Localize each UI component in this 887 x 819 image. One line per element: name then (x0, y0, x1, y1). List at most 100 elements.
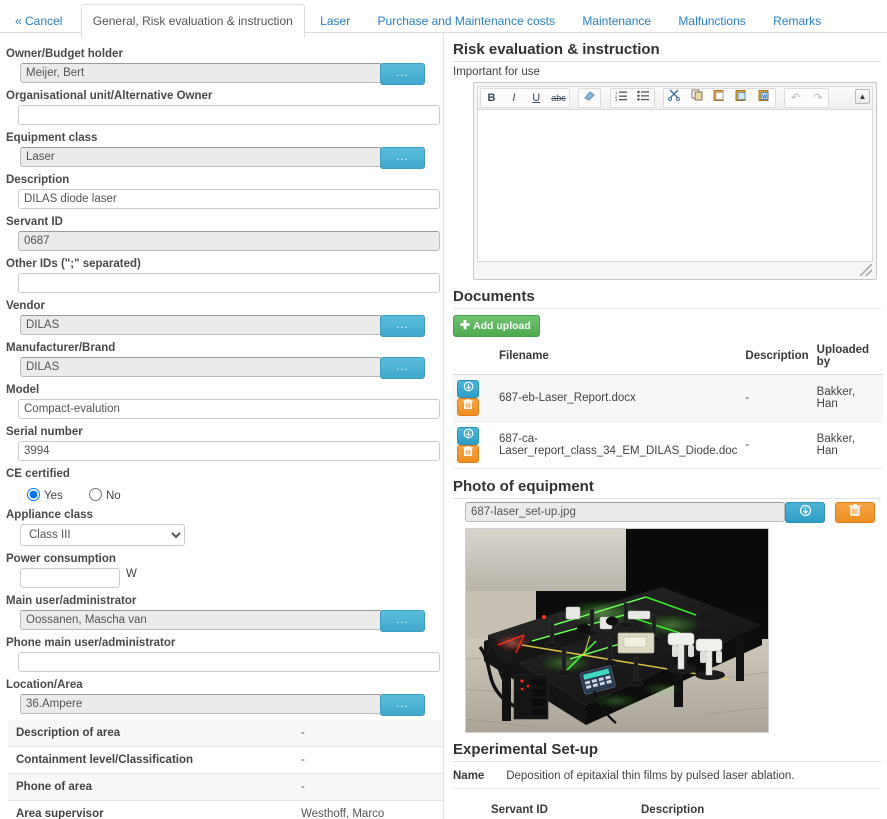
paste-as-text-icon[interactable] (732, 89, 751, 107)
download-photo-button[interactable] (785, 502, 825, 523)
location-area-label: Location/Area (6, 679, 83, 691)
area-info-value: - (301, 727, 305, 739)
trash-glyph (463, 399, 473, 409)
editor-group-text-style: B I U abc (480, 88, 571, 108)
documents-header-row: Filename Description Uploaded by (453, 341, 883, 375)
owner-row: ... (4, 63, 433, 85)
experimental-setup-name-row: Name Deposition of epitaxial thin films … (451, 765, 881, 789)
editor-group-history: ↶ ↷ (784, 88, 830, 108)
delete-photo-button[interactable] (835, 502, 875, 523)
main-user-input[interactable] (20, 610, 382, 630)
experimental-setup-col-servant-id: Servant ID (487, 801, 637, 819)
power-consumption-row: W (4, 568, 433, 588)
bulleted-list-icon[interactable] (634, 89, 653, 107)
documents-section-title: Documents (453, 288, 881, 309)
documents-table-head: Filename Description Uploaded by (453, 341, 883, 375)
svg-text:3: 3 (615, 97, 618, 101)
important-for-use-label: Important for use (453, 66, 540, 78)
power-consumption-label: Power consumption (6, 553, 116, 565)
paste-text-glyph (735, 90, 746, 101)
delete-document-icon[interactable] (457, 445, 479, 463)
power-consumption-input[interactable] (20, 568, 120, 588)
numbered-list-glyph: 1 2 3 (615, 90, 627, 102)
equipment-class-row: ... (4, 147, 433, 169)
main-user-label: Main user/administrator (6, 595, 137, 607)
manufacturer-picker-button[interactable]: ... (380, 357, 425, 379)
servant-id-input[interactable] (18, 231, 440, 251)
download-glyph (463, 428, 473, 439)
ce-certified-yes-radio[interactable] (27, 488, 40, 501)
paste-glyph (713, 90, 724, 101)
numbered-list-icon[interactable]: 1 2 3 (612, 89, 631, 107)
location-area-input[interactable] (20, 694, 382, 714)
phone-main-user-input[interactable] (18, 652, 440, 672)
owner-input[interactable] (20, 63, 382, 83)
editor-resize-grip[interactable] (860, 264, 872, 276)
underline-icon[interactable]: U (527, 89, 546, 107)
appliance-class-row: Class III (4, 524, 433, 546)
vendor-label: Vendor (6, 300, 45, 312)
serial-number-input[interactable] (18, 441, 440, 461)
undo-icon[interactable]: ↶ (786, 89, 805, 107)
paste-icon[interactable] (710, 89, 729, 107)
delete-document-icon[interactable] (457, 398, 479, 416)
other-ids-input[interactable] (18, 273, 440, 293)
bold-icon[interactable]: B (482, 89, 501, 107)
area-info-value: - (301, 781, 305, 793)
editor-collapse-toolbar-button[interactable]: ▲ (855, 89, 870, 104)
italic-icon[interactable]: I (504, 89, 523, 107)
area-info-value: Westhoff, Marco (301, 808, 385, 819)
photo-toolbar (453, 502, 881, 526)
photo-filename-input[interactable] (465, 502, 785, 522)
rich-text-editor: B I U abc 1 2 3 W ↶ ↷ ▲ (473, 82, 877, 280)
editor-footer (477, 262, 873, 276)
table-row: 687-eb-Laser_Report.docx - Bakker, Han (453, 374, 883, 422)
ce-certified-label: CE certified (6, 468, 70, 480)
bulleted-list-glyph (637, 90, 650, 101)
table-row: Area supervisor Westhoff, Marco (8, 801, 443, 819)
ce-certified-no-radio[interactable] (88, 488, 102, 501)
ce-certified-radio-group: Yes No (22, 485, 433, 502)
strikethrough-icon[interactable]: abc (549, 89, 568, 107)
editor-group-remove-format (578, 88, 602, 108)
main-user-picker-button[interactable]: ... (380, 610, 425, 632)
equipment-class-picker-button[interactable]: ... (380, 147, 425, 169)
description-input[interactable] (18, 189, 440, 209)
remove-format-icon[interactable] (580, 89, 599, 107)
tab-general-risk[interactable]: General, Risk evaluation & instruction (80, 4, 305, 38)
copy-icon[interactable] (688, 89, 707, 107)
location-area-picker-button[interactable]: ... (380, 694, 425, 716)
ce-certified-yes-option[interactable]: Yes (22, 488, 66, 502)
vendor-input[interactable] (20, 315, 382, 335)
experimental-setup-name-label: Name (453, 770, 485, 782)
documents-table-body: 687-eb-Laser_Report.docx - Bakker, Han 6… (453, 374, 883, 469)
area-info-table: Description of area - Containment level/… (8, 720, 443, 819)
paste-from-word-icon[interactable]: W (755, 89, 774, 107)
download-document-icon[interactable] (457, 380, 479, 398)
equipment-photo (465, 528, 769, 733)
area-info-key: Description of area (16, 727, 121, 739)
org-unit-input[interactable] (18, 105, 440, 125)
documents-col-actions (453, 341, 495, 375)
documents-row-actions (453, 374, 495, 422)
download-document-icon[interactable] (457, 427, 479, 445)
cut-icon[interactable] (665, 89, 684, 107)
equipment-class-label: Equipment class (6, 132, 98, 144)
editor-content-area[interactable] (477, 109, 873, 262)
servant-id-label: Servant ID (6, 216, 63, 228)
experimental-setup-table-head: Servant ID Description (453, 801, 883, 819)
redo-icon[interactable]: ↷ (808, 89, 827, 107)
vendor-picker-button[interactable]: ... (380, 315, 425, 337)
model-input[interactable] (18, 399, 440, 419)
appliance-class-select[interactable]: Class III (20, 524, 185, 546)
add-upload-button[interactable]: ✚ Add upload (453, 315, 540, 337)
owner-picker-button[interactable]: ... (380, 63, 425, 85)
documents-table: Filename Description Uploaded by 687-eb-… (453, 341, 883, 469)
ce-certified-no-label: No (105, 490, 121, 502)
documents-row-uploaded-by: Bakker, Han (812, 421, 883, 469)
phone-main-user-label: Phone main user/administrator (6, 637, 176, 649)
manufacturer-input[interactable] (20, 357, 382, 377)
equipment-class-input[interactable] (20, 147, 382, 167)
area-info-key: Phone of area (16, 781, 93, 793)
ce-certified-no-option[interactable]: No (84, 488, 121, 502)
